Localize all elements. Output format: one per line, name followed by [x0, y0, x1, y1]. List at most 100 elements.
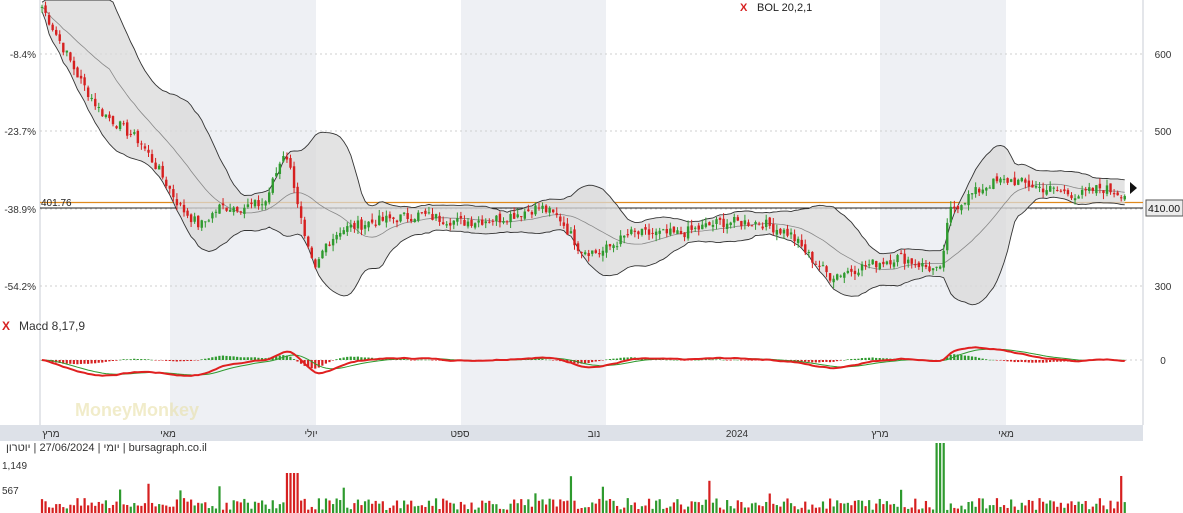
macd-histogram-bar [410, 360, 413, 361]
macd-histogram-bar [853, 358, 856, 360]
volume-bar [758, 505, 761, 513]
candle-body [974, 187, 977, 195]
volume-bar [83, 498, 86, 513]
macd-histogram-bar [548, 359, 551, 361]
volume-bar [232, 500, 235, 513]
macd-histogram-bar [985, 359, 988, 360]
volume-bar [356, 499, 360, 513]
volume-bar [747, 507, 750, 513]
macd-histogram-bar [86, 360, 90, 364]
volume-bar [804, 501, 807, 513]
macd-histogram-bar [718, 359, 722, 360]
volume-bar [48, 507, 51, 513]
volume-bar [1031, 500, 1034, 513]
candle-body [722, 218, 725, 228]
candle-body [544, 205, 548, 213]
macd-histogram-bar [704, 359, 707, 361]
macd-histogram-bar [253, 357, 256, 360]
candle-body [370, 219, 374, 223]
macd-histogram-bar [665, 359, 668, 361]
volume-bar [601, 486, 604, 513]
candle-body [399, 214, 402, 222]
volume-bar [679, 504, 683, 513]
volume-bar [942, 443, 945, 513]
candle-body [438, 215, 441, 222]
candle-body [995, 176, 999, 182]
candle-body [718, 218, 722, 220]
candle-body [452, 220, 455, 225]
candle-body [154, 162, 157, 170]
volume-bar [239, 502, 242, 513]
volume-bar [963, 509, 967, 513]
volume-bar [392, 505, 395, 513]
volume-bar [530, 506, 533, 513]
volume-bar [821, 501, 825, 513]
volume-bar [623, 507, 626, 513]
volume-bar [403, 500, 406, 513]
macd-histogram-bar [339, 358, 342, 360]
volume-bar [786, 498, 789, 513]
candle-body [921, 263, 924, 267]
macd-histogram-bar [101, 360, 104, 363]
volume-bar [687, 506, 690, 513]
macd-histogram-bar [711, 359, 714, 361]
macd-histogram-bar [1049, 360, 1052, 363]
macd-histogram-bar [818, 360, 821, 363]
candle-body [1070, 195, 1073, 199]
candle-body [537, 207, 541, 209]
candle-body [434, 214, 438, 219]
volume-bar [1070, 501, 1073, 513]
candle-body [264, 201, 267, 206]
candle-body [289, 158, 292, 168]
time-axis-label: מרץ [871, 429, 888, 440]
candle-body [1006, 178, 1009, 183]
volume-bar [65, 508, 68, 513]
macd-histogram-bar [832, 360, 835, 362]
candle-body [789, 232, 793, 235]
macd-histogram-bar [154, 360, 157, 361]
volume-bar [836, 500, 839, 513]
volume-bar [193, 505, 196, 513]
volume-bar [1042, 501, 1045, 513]
macd-histogram-bar [129, 359, 132, 360]
macd-histogram-bar [587, 360, 590, 363]
macd-histogram-bar [1006, 360, 1009, 362]
volume-bar [697, 502, 700, 513]
volume-bar [711, 502, 715, 513]
candle-body [736, 217, 739, 221]
volume-bar [818, 507, 821, 513]
macd-histogram-bar [182, 360, 185, 362]
volume-bar [683, 509, 686, 513]
macd-histogram-bar [200, 359, 203, 360]
volume-bar [1091, 506, 1094, 513]
candle-body [466, 221, 470, 227]
candle-body [268, 192, 271, 203]
candle-body [1098, 183, 1102, 189]
candle-body [768, 217, 771, 226]
reference-level-label: 401.76 [41, 198, 72, 209]
candle-body [118, 121, 122, 130]
volume-bar [300, 500, 303, 513]
stock-chart: -8.4% -23.7% -38.9% -54.2% 600 500 300 0 מרץ מאי י… [0, 0, 1183, 513]
candle-body [339, 232, 342, 237]
volume-bar [729, 506, 732, 513]
candle-body [1002, 178, 1006, 180]
volume-bar [275, 508, 278, 513]
volume-bar [491, 504, 494, 513]
macd-close-x[interactable]: X [2, 319, 10, 333]
candle-body [321, 250, 324, 259]
candle-body [729, 222, 732, 225]
bol-close-x[interactable]: X [740, 2, 748, 14]
candle-body [914, 264, 917, 266]
candle-body [260, 204, 264, 206]
macd-histogram-bar [846, 359, 849, 360]
candle-body [711, 224, 715, 227]
candle-body [1077, 196, 1080, 199]
volume-bar [793, 506, 796, 513]
volume-bar [1020, 502, 1023, 513]
volume-bar [1105, 509, 1109, 513]
candle-body [253, 200, 257, 207]
volume-bar [658, 499, 661, 513]
volume-bar [424, 506, 427, 513]
candle-body [470, 219, 473, 226]
